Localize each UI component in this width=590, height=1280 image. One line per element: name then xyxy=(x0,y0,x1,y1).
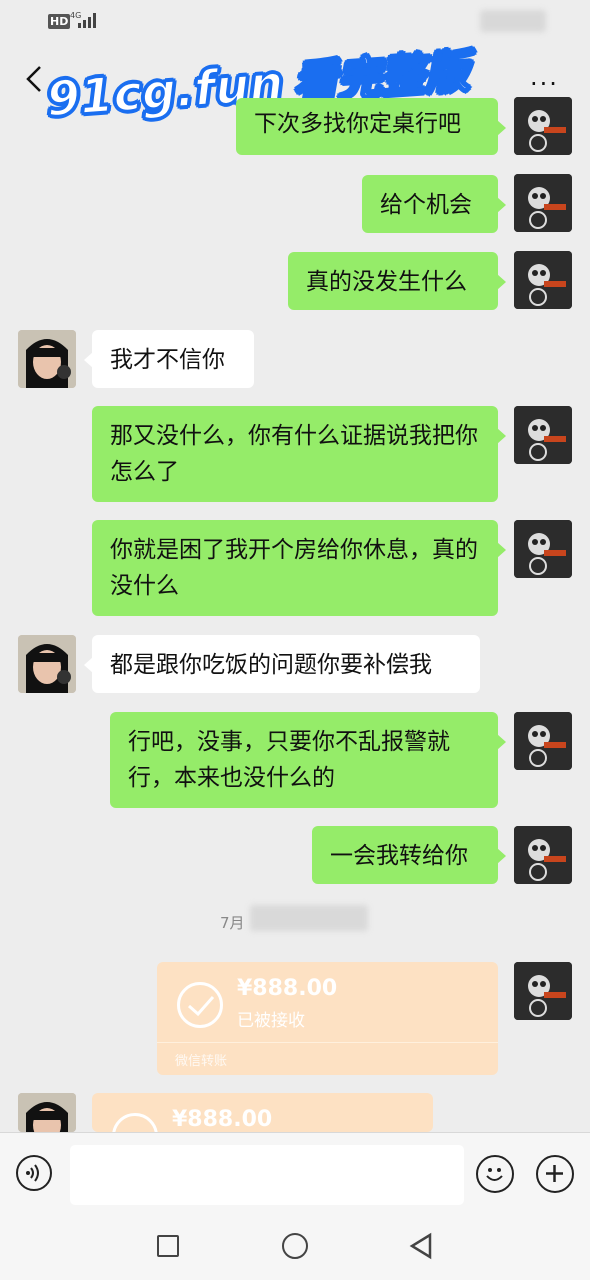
contact-avatar[interactable] xyxy=(18,330,76,388)
message-bubble[interactable]: 我才不信你 xyxy=(84,330,254,388)
plus-icon[interactable] xyxy=(536,1155,574,1193)
recents-button[interactable] xyxy=(157,1235,179,1257)
my-avatar[interactable] xyxy=(514,406,572,464)
my-avatar[interactable] xyxy=(514,97,572,155)
transfer-amount: ¥888.00 xyxy=(237,976,338,1001)
hd-indicator: HD xyxy=(48,14,71,29)
transfer-card[interactable]: ¥888.00 xyxy=(92,1093,433,1132)
my-avatar[interactable] xyxy=(514,251,572,309)
home-button[interactable] xyxy=(282,1233,308,1259)
input-bar xyxy=(0,1132,590,1211)
my-avatar[interactable] xyxy=(514,962,572,1020)
back-button[interactable] xyxy=(408,1232,434,1260)
my-avatar[interactable] xyxy=(514,174,572,232)
message-bubble[interactable]: 给个机会 xyxy=(362,175,506,233)
signal-icon xyxy=(78,12,96,28)
message-bubble[interactable]: 一会我转给你 xyxy=(312,826,506,884)
more-options-icon[interactable]: ··· xyxy=(530,72,559,96)
transfer-status: 已被接收 xyxy=(237,1011,305,1031)
system-nav-bar xyxy=(0,1210,590,1280)
voice-icon[interactable] xyxy=(16,1155,52,1191)
check-circle-icon xyxy=(177,982,223,1028)
message-bubble[interactable]: 你就是困了我开个房给你休息，真的没什么 xyxy=(92,520,506,616)
message-bubble[interactable]: 下次多找你定桌行吧 xyxy=(236,98,506,155)
my-avatar[interactable] xyxy=(514,520,572,578)
message-bubble[interactable]: 真的没发生什么 xyxy=(288,252,506,310)
transfer-footer: 微信转账 xyxy=(175,1054,228,1069)
message-input[interactable] xyxy=(70,1145,464,1205)
transfer-amount: ¥888.00 xyxy=(172,1107,273,1132)
message-bubble[interactable]: 那又没什么，你有什么证据说我把你怎么了 xyxy=(92,406,506,502)
blurred-timestamp xyxy=(250,905,368,931)
divider xyxy=(157,1042,498,1043)
blurred-region xyxy=(480,10,546,32)
contact-avatar[interactable] xyxy=(18,1093,76,1132)
transfer-icon xyxy=(112,1113,158,1132)
message-bubble[interactable]: 行吧，没事，只要你不乱报警就行，本来也没什么的 xyxy=(110,712,506,808)
transfer-card[interactable]: ¥888.00 已被接收 微信转账 xyxy=(157,962,498,1075)
timestamp: 7月 xyxy=(220,914,245,932)
emoji-icon[interactable] xyxy=(476,1155,514,1193)
message-bubble[interactable]: 都是跟你吃饭的问题你要补偿我 xyxy=(84,635,480,693)
status-bar: HD 4G xyxy=(0,0,590,44)
my-avatar[interactable] xyxy=(514,712,572,770)
my-avatar[interactable] xyxy=(514,826,572,884)
contact-avatar[interactable] xyxy=(18,635,76,693)
